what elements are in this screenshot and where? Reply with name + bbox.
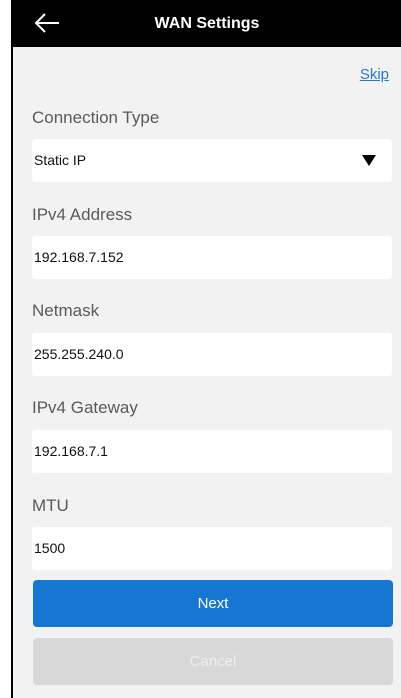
netmask-label: Netmask (32, 301, 100, 320)
page-title: WAN Settings (154, 15, 260, 32)
connection-type-label: Connection Type (32, 108, 160, 127)
app-screen: WAN Settings Skip Connection Type Static… (11, 0, 401, 698)
cancel-button[interactable]: Cancel (33, 638, 393, 685)
header-bar: WAN Settings (13, 0, 401, 47)
skip-link[interactable]: Skip (360, 66, 389, 83)
mtu-label: MTU (32, 496, 69, 515)
caret-down-icon (362, 155, 376, 166)
connection-type-value: Static IP (34, 152, 87, 168)
ipv4-gateway-input[interactable]: 192.168.7.1 (32, 430, 392, 473)
mtu-input[interactable]: 1500 (32, 527, 392, 570)
netmask-input[interactable]: 255.255.240.0 (32, 333, 392, 376)
ipv4-gateway-label: IPv4 Gateway (32, 398, 138, 417)
next-button[interactable]: Next (33, 580, 393, 627)
connection-type-select[interactable]: Static IP (32, 139, 392, 182)
ipv4-address-input[interactable]: 192.168.7.152 (32, 236, 392, 279)
ipv4-address-label: IPv4 Address (32, 205, 133, 224)
